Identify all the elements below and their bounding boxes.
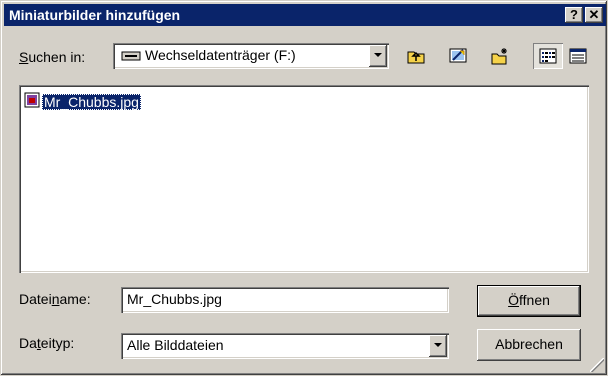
file-open-dialog: Miniaturbilder hinzufügen ? ✕ Suchen in:… [0,0,608,376]
file-list[interactable]: Mr_Chubbs.jpg [19,85,589,273]
filetype-value: Alle Bilddateien [127,337,224,353]
filename-label: Dateiname: [19,291,91,307]
removable-drive-icon [121,49,141,66]
filename-value: Mr_Chubbs.jpg [127,291,222,307]
filetype-select[interactable]: Alle Bilddateien [121,333,449,359]
up-one-level-button[interactable] [401,43,431,69]
resize-grip[interactable] [590,358,604,372]
lookin-value: Wechseldatenträger (F:) [145,47,296,63]
file-item-name: Mr_Chubbs.jpg [42,93,141,110]
list-view-button[interactable] [533,43,563,69]
file-item[interactable]: Mr_Chubbs.jpg [24,92,141,111]
help-button[interactable]: ? [565,7,583,23]
window-title: Miniaturbilder hinzufügen [9,7,181,23]
close-button[interactable]: ✕ [585,7,603,23]
cancel-button[interactable]: Abbrechen [477,329,581,361]
filetype-label: Dateityp: [19,335,75,351]
new-folder-button[interactable] [485,43,515,69]
lookin-dropdown-button[interactable] [369,45,387,67]
desktop-button[interactable] [443,43,473,69]
title-bar[interactable]: Miniaturbilder hinzufügen ? ✕ [4,4,606,26]
image-file-icon [24,92,40,111]
filetype-dropdown-button[interactable] [429,335,447,357]
lookin-label: Suchen in: [19,49,86,65]
details-view-button[interactable] [563,43,593,69]
lookin-combobox[interactable]: Wechseldatenträger (F:) [113,43,389,69]
filename-field[interactable]: Mr_Chubbs.jpg [121,287,449,313]
open-button[interactable]: Öffnen [477,285,581,317]
